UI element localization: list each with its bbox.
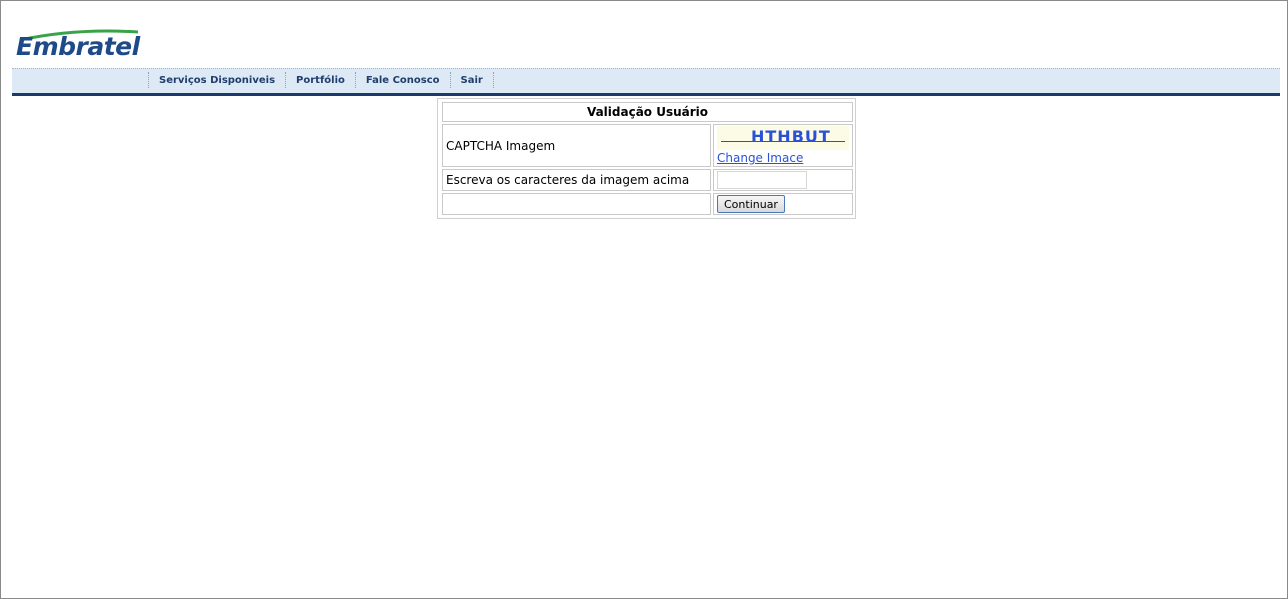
- nav-item-fale-conosco[interactable]: Fale Conosco: [360, 75, 446, 86]
- captcha-cell: HTHBUT Change Imace: [713, 124, 853, 167]
- embratel-logo[interactable]: Embratel: [16, 26, 146, 70]
- change-image-link[interactable]: Change Imace: [717, 151, 849, 165]
- empty-cell: [442, 193, 711, 215]
- nav-separator: [148, 72, 149, 88]
- nav-separator: [285, 72, 287, 88]
- button-cell: Continuar: [713, 193, 853, 215]
- nav-bar-underline: [12, 93, 1280, 96]
- chars-cell: [713, 169, 853, 191]
- continue-button[interactable]: Continuar: [717, 195, 785, 213]
- captcha-label: CAPTCHA Imagem: [442, 124, 711, 167]
- captcha-image: HTHBUT: [717, 126, 849, 150]
- nav-item-sair[interactable]: Sair: [455, 75, 489, 86]
- logo-text: Embratel: [16, 32, 140, 61]
- captcha-text: HTHBUT: [751, 127, 831, 146]
- validation-form: Validação Usuário CAPTCHA Imagem HTHBUT …: [440, 100, 855, 217]
- chars-label: Escreva os caracteres da imagem acima: [442, 169, 711, 191]
- nav-item-servicos[interactable]: Serviços Disponiveis: [153, 75, 281, 86]
- form-title: Validação Usuário: [442, 102, 853, 122]
- nav-separator: [354, 72, 356, 88]
- nav-item-portfolio[interactable]: Portfólio: [290, 75, 351, 86]
- nav-menu: Serviços Disponiveis Portfólio Fale Cono…: [144, 68, 498, 92]
- nav-separator: [449, 72, 451, 88]
- nav-separator: [492, 72, 494, 88]
- captcha-answer-input[interactable]: [717, 171, 807, 189]
